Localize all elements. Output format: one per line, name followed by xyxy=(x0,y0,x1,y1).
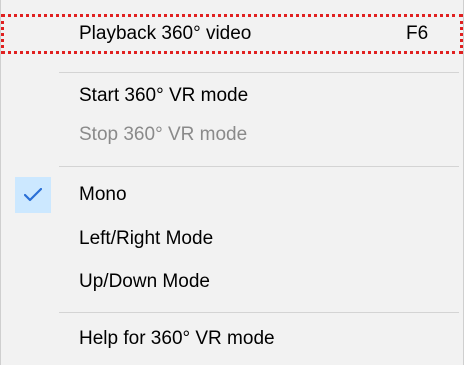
menu-separator xyxy=(59,166,459,167)
context-menu: Playback 360° video F6 Start 360° VR mod… xyxy=(0,0,464,365)
menu-item-label: Left/Right Mode xyxy=(79,228,214,249)
shortcut-label: F6 xyxy=(406,23,429,44)
menu-item-stop-360-vr-mode[interactable]: Stop 360° VR mode xyxy=(1,115,463,155)
menu-separator xyxy=(59,72,459,73)
menu-item-help-360-vr-mode[interactable]: Help for 360° VR mode xyxy=(1,319,463,359)
menu-item-up-down-mode[interactable]: Up/Down Mode xyxy=(1,262,463,302)
menu-item-playback-360-video[interactable]: Playback 360° video F6 xyxy=(1,14,463,54)
menu-item-label: Mono xyxy=(79,184,127,205)
menu-item-label: Help for 360° VR mode xyxy=(79,328,275,349)
checkmark-icon xyxy=(15,177,51,213)
menu-separator xyxy=(59,312,459,313)
menu-item-start-360-vr-mode[interactable]: Start 360° VR mode xyxy=(1,76,463,116)
menu-item-label: Playback 360° video xyxy=(79,23,252,44)
menu-item-label: Stop 360° VR mode xyxy=(79,124,248,145)
menu-item-left-right-mode[interactable]: Left/Right Mode xyxy=(1,219,463,259)
menu-item-label: Start 360° VR mode xyxy=(79,85,249,106)
menu-item-mono[interactable]: Mono xyxy=(1,175,463,215)
menu-item-label: Up/Down Mode xyxy=(79,271,210,292)
